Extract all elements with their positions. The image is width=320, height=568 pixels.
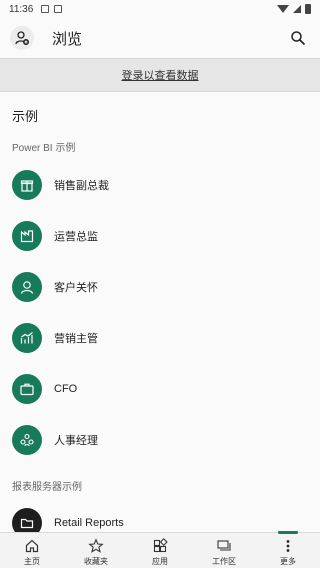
factory-icon	[12, 221, 42, 251]
nav-label: 收藏夹	[84, 557, 108, 566]
briefcase-icon	[12, 374, 42, 404]
sample-item-label: CFO	[54, 383, 78, 395]
powerbi-samples-label: Power BI 示例	[12, 143, 76, 154]
sample-item-label: 人事经理	[54, 434, 98, 447]
sample-item-customer-care[interactable]: 客户关怀	[12, 271, 312, 303]
nav-label: 更多	[280, 557, 296, 566]
search-icon[interactable]	[286, 26, 310, 50]
workspaces-icon	[215, 537, 233, 555]
nav-item-favorites[interactable]: 收藏夹	[64, 533, 128, 568]
sample-item-label: 销售副总裁	[54, 179, 109, 192]
section-title: 示例	[12, 110, 39, 125]
sample-item-label: 客户关怀	[54, 281, 98, 294]
status-time: 11:36	[9, 3, 34, 15]
sample-item-hr-manager[interactable]: 人事经理	[12, 424, 312, 456]
nav-label: 应用	[152, 557, 168, 566]
signin-link[interactable]: 登录以查看数据	[122, 67, 199, 83]
nav-item-workspaces[interactable]: 工作区	[192, 533, 256, 568]
sample-item-label: 营销主管	[54, 332, 98, 345]
font-notification-icon	[54, 5, 63, 13]
more-icon	[279, 537, 297, 555]
active-tab-indicator	[278, 531, 298, 534]
sample-item-operations-director[interactable]: 运营总监	[12, 220, 312, 252]
trend-chart-icon	[12, 323, 42, 353]
star-icon	[87, 537, 105, 555]
nav-item-apps[interactable]: 应用	[128, 533, 192, 568]
app-header: 浏览	[0, 18, 320, 58]
status-right	[277, 4, 311, 14]
person-add-icon[interactable]	[10, 26, 34, 50]
apps-icon	[151, 537, 169, 555]
bottom-nav: 主页 收藏夹 应用 工作区 更多	[0, 531, 320, 568]
sample-item-label: Retail Reports	[54, 517, 124, 529]
nav-label: 主页	[24, 557, 40, 566]
reporting-samples-label: 报表服务器示例	[12, 482, 82, 493]
status-bar: 11:36	[0, 0, 320, 18]
battery-icon	[305, 4, 311, 14]
signal-icon	[293, 5, 301, 13]
nav-item-more[interactable]: 更多	[256, 531, 320, 568]
home-icon	[23, 537, 41, 555]
gift-icon	[12, 170, 42, 200]
sample-item-cfo[interactable]: CFO	[12, 373, 312, 405]
people-icon	[12, 425, 42, 455]
sample-item-marketing-lead[interactable]: 营销主管	[12, 322, 312, 354]
signin-banner: 登录以查看数据	[0, 58, 320, 92]
nav-label: 工作区	[212, 557, 236, 566]
page-title: 浏览	[52, 29, 83, 48]
image-notification-icon	[41, 5, 50, 13]
nav-item-home[interactable]: 主页	[0, 533, 64, 568]
sample-item-label: 运营总监	[54, 230, 98, 243]
user-icon	[12, 272, 42, 302]
wifi-icon	[277, 5, 289, 13]
sample-item-sales-vp[interactable]: 销售副总裁	[12, 169, 312, 201]
